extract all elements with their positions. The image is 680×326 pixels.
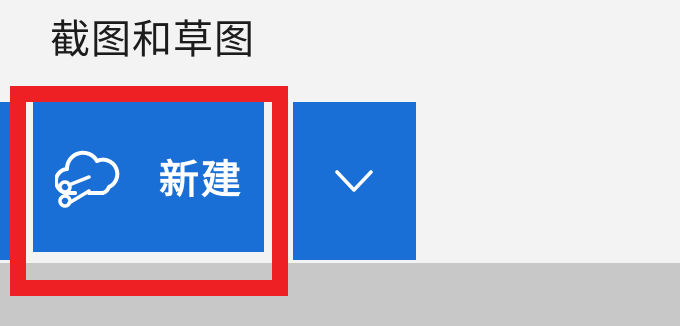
button-focus-underline bbox=[33, 252, 264, 260]
new-snip-dropdown-button[interactable] bbox=[293, 102, 416, 260]
snip-icon bbox=[55, 150, 120, 208]
chevron-down-icon bbox=[335, 170, 373, 192]
app-title: 截图和草图 bbox=[50, 17, 255, 63]
adjacent-button-edge[interactable] bbox=[0, 102, 14, 260]
bottom-area bbox=[0, 263, 680, 326]
new-button-label: 新建 bbox=[159, 158, 243, 202]
new-snip-button[interactable]: 新建 bbox=[33, 102, 264, 260]
